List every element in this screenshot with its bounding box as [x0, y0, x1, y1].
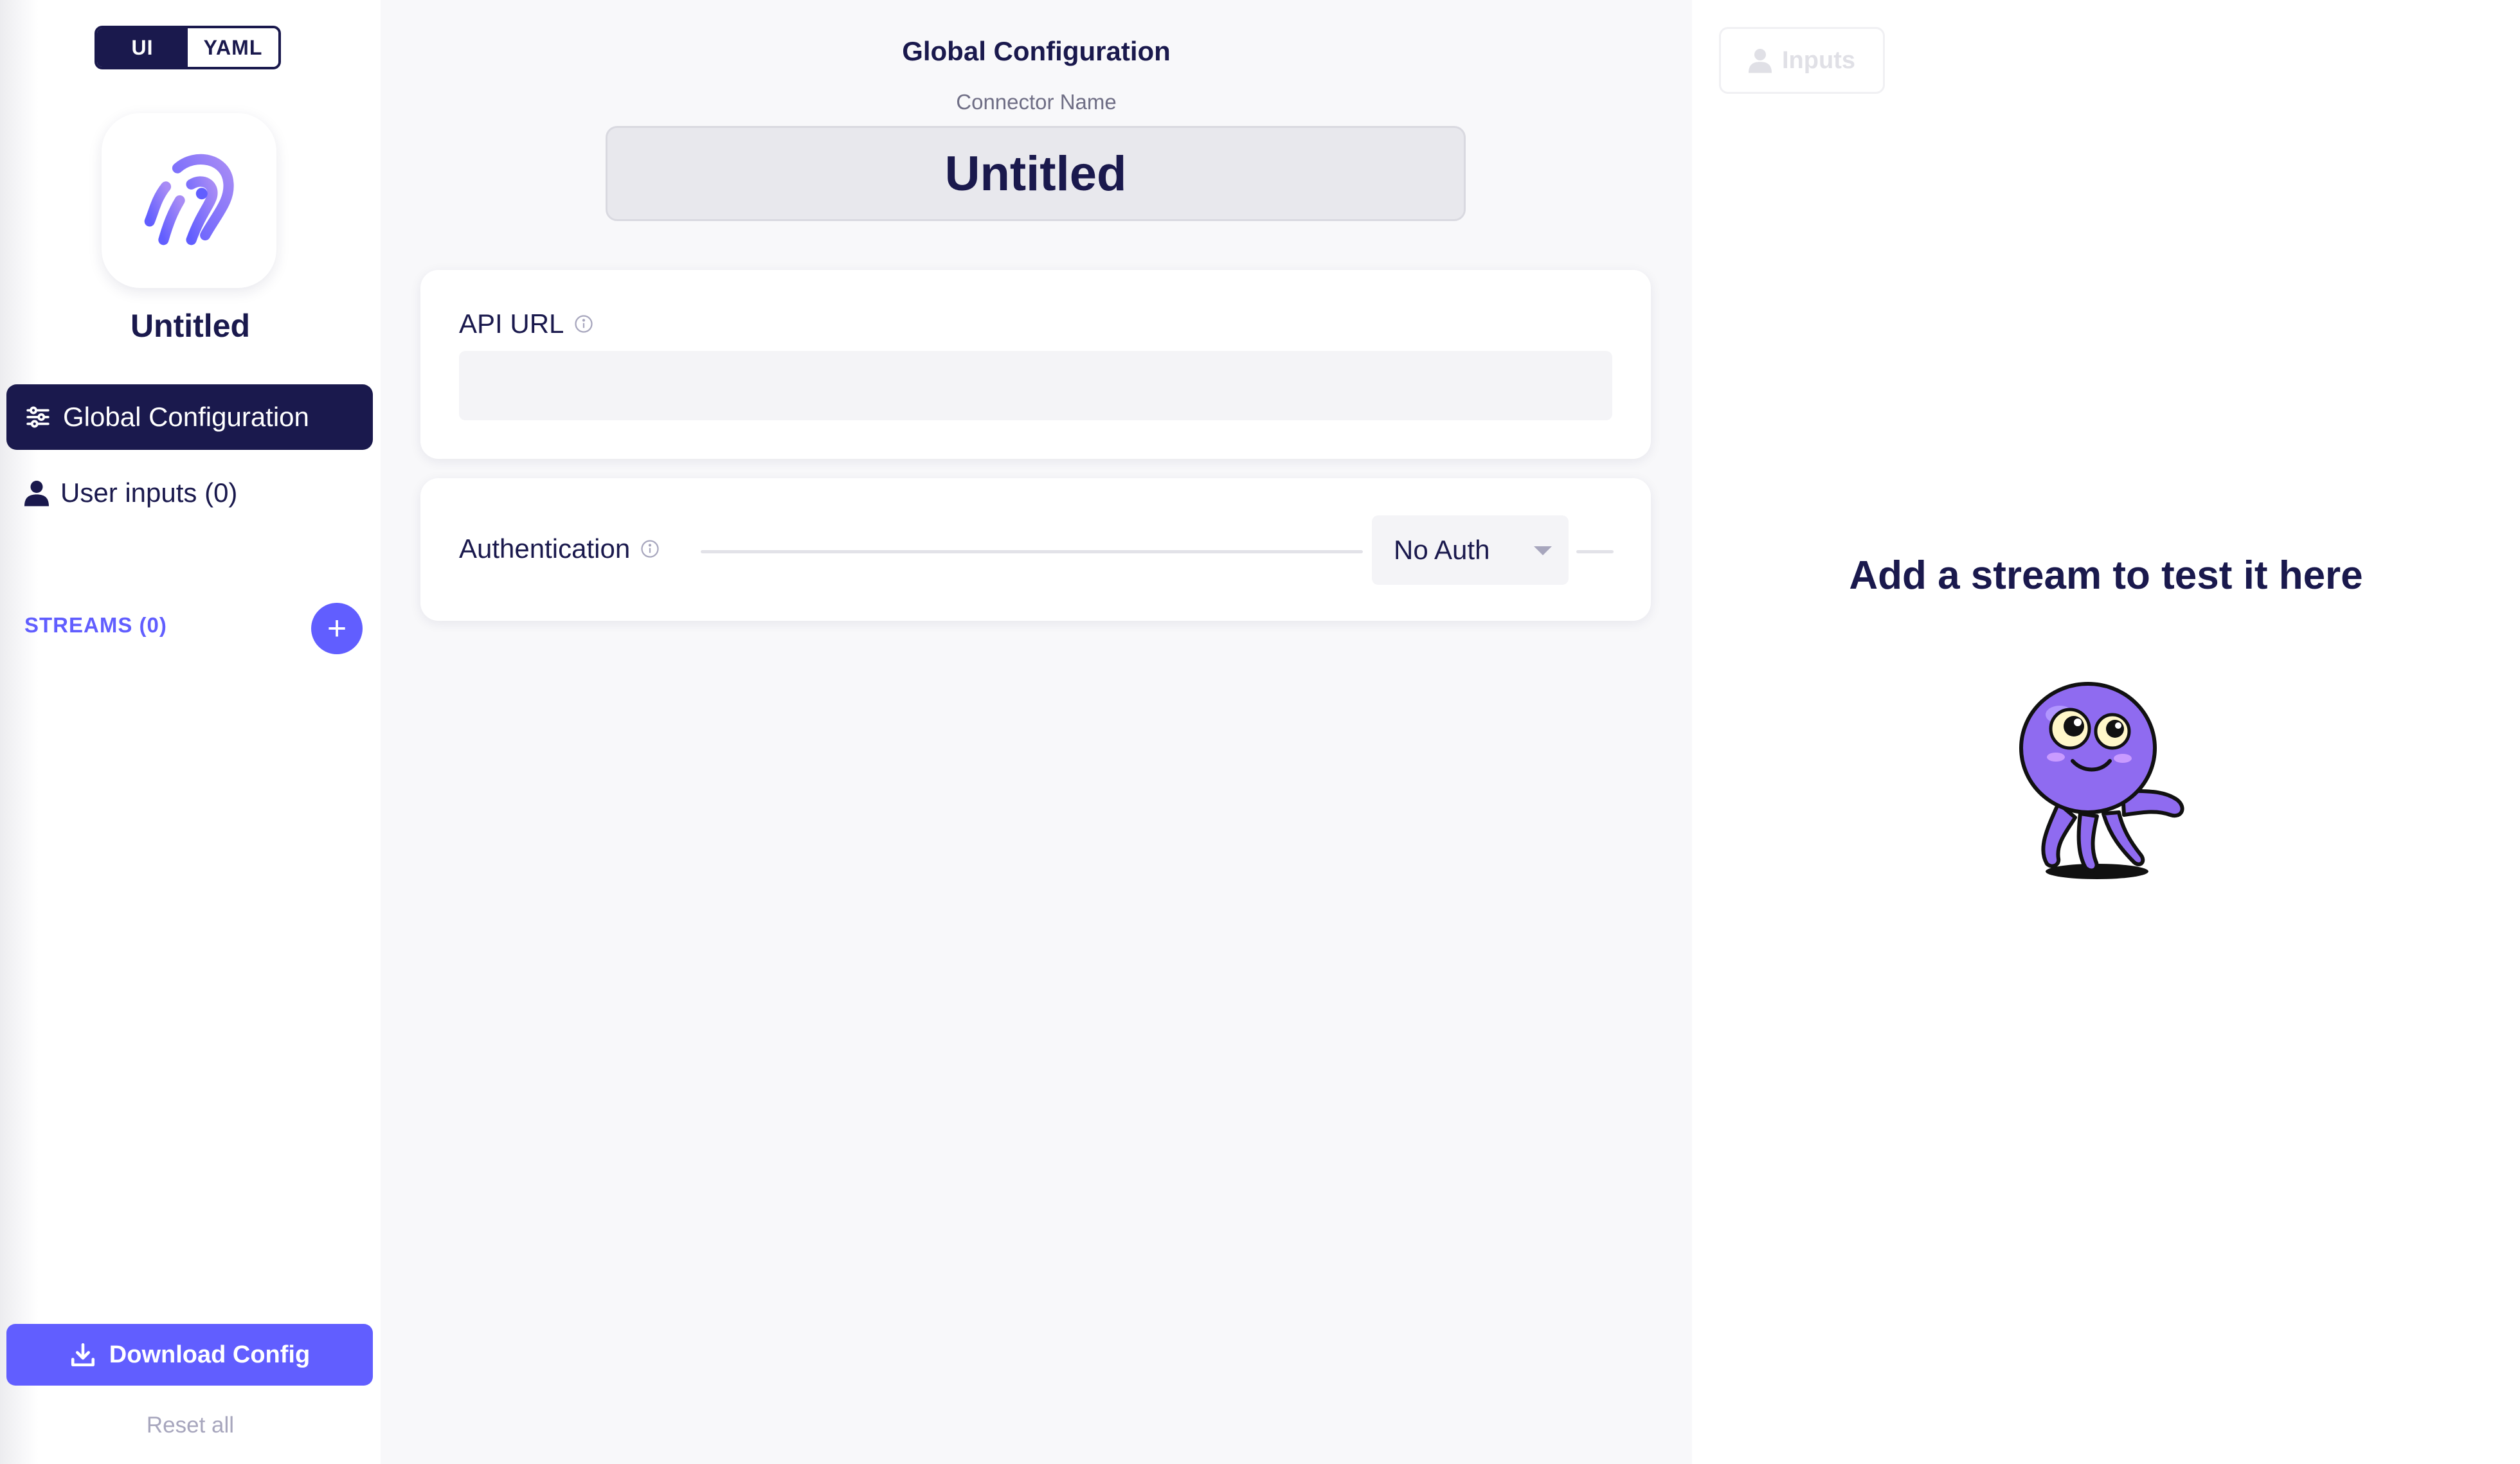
api-url-input[interactable] [459, 351, 1612, 420]
user-icon [1749, 48, 1772, 73]
download-config-button[interactable]: Download Config [6, 1324, 373, 1386]
divider [701, 550, 1363, 553]
add-stream-button[interactable]: + [311, 603, 363, 654]
sidebar-item-label: Global Configuration [63, 402, 309, 432]
api-url-label: API URL [459, 308, 564, 339]
caret-down-icon [1534, 546, 1552, 555]
sidebar: UI YAML Untitled Global Configuration Us… [0, 0, 381, 1464]
download-config-label: Download Config [109, 1341, 310, 1368]
download-icon [69, 1341, 96, 1368]
octopus-mascot-icon [2019, 682, 2184, 879]
connector-name-input[interactable] [606, 126, 1466, 221]
inputs-button-label: Inputs [1782, 46, 1855, 74]
info-icon[interactable] [640, 539, 660, 558]
page-title: Global Configuration [902, 36, 1171, 66]
user-icon [24, 479, 49, 506]
sidebar-connector-name: Untitled [130, 308, 251, 344]
connector-name-label: Connector Name [956, 90, 1117, 114]
ui-mode-button[interactable]: UI [97, 28, 188, 67]
inputs-button[interactable]: Inputs [1719, 27, 1885, 94]
airbyte-logo-icon [144, 154, 234, 245]
connector-logo [102, 113, 276, 288]
streams-heading: STREAMS (0) [24, 613, 167, 637]
empty-state-message: Add a stream to test it here [1849, 553, 2363, 598]
global-configuration-form: Global Configuration Connector Name API … [381, 0, 1692, 1464]
yaml-mode-button[interactable]: YAML [188, 28, 278, 67]
sidebar-item-global-configuration[interactable]: Global Configuration [6, 384, 373, 450]
api-url-field-label: API URL [459, 308, 593, 339]
authentication-selected-value: No Auth [1394, 535, 1490, 565]
divider [1576, 550, 1614, 553]
api-url-card: API URL [420, 270, 1651, 459]
sidebar-item-label: User inputs (0) [60, 478, 238, 508]
sliders-icon [24, 404, 51, 431]
authentication-field-label: Authentication [459, 533, 660, 564]
mode-toggle[interactable]: UI YAML [94, 26, 281, 69]
authentication-label: Authentication [459, 533, 631, 564]
reset-all-button[interactable]: Reset all [0, 1413, 381, 1438]
info-icon[interactable] [574, 314, 593, 334]
stream-test-panel: Inputs Add a stream to test it here [1692, 0, 2520, 1464]
authentication-select[interactable]: No Auth [1372, 515, 1569, 585]
sidebar-item-user-inputs[interactable]: User inputs (0) [6, 460, 373, 526]
authentication-card: Authentication No Auth [420, 478, 1651, 621]
connector-builder-app: UI YAML Untitled Global Configuration Us… [0, 0, 2520, 1464]
